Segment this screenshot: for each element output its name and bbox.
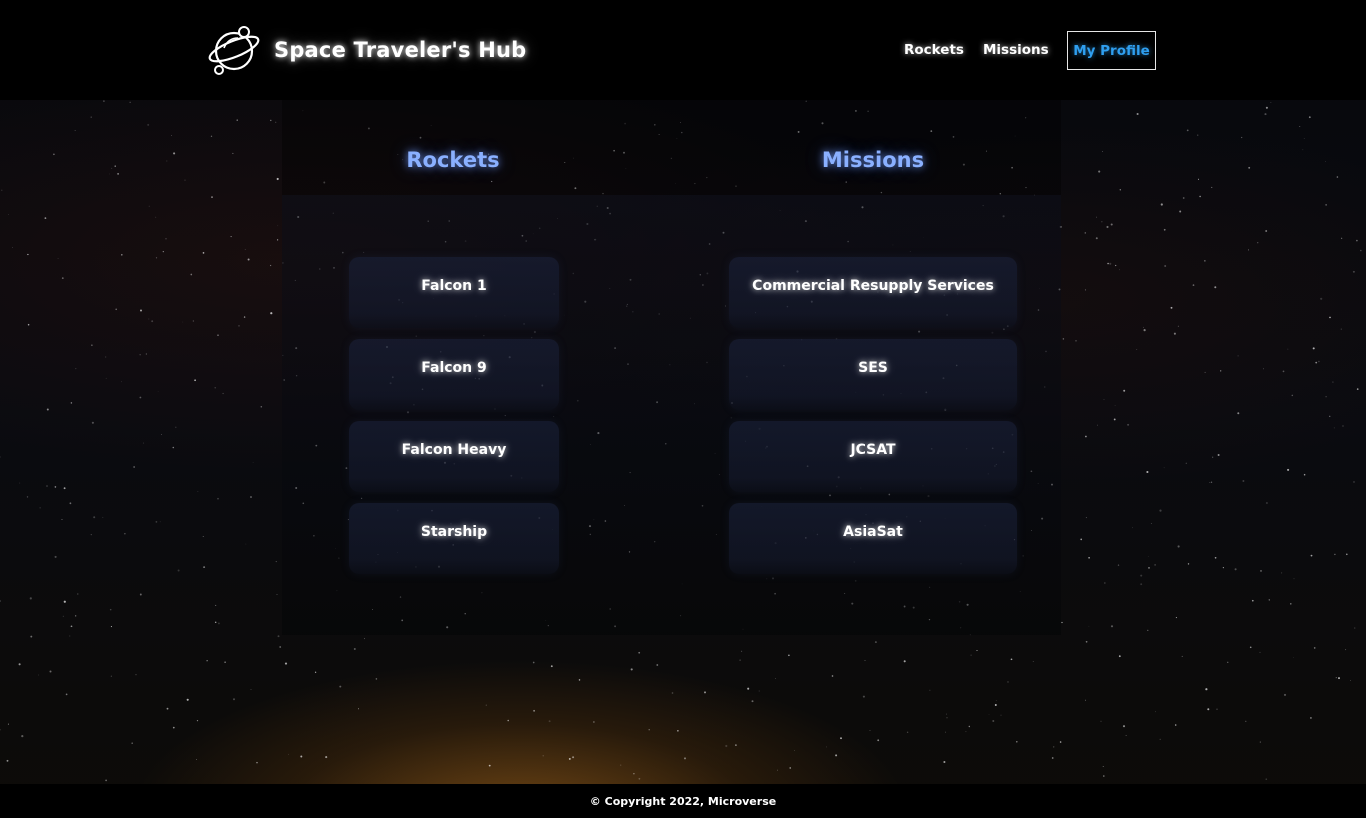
rocket-name: Falcon 9 bbox=[421, 359, 487, 376]
reserved-rocket-card: Falcon Heavy bbox=[349, 421, 559, 492]
missions-heading: Missions bbox=[821, 148, 925, 172]
nav-my-profile[interactable]: My Profile bbox=[1067, 31, 1156, 70]
joined-mission-card: Commercial Resupply Services bbox=[729, 257, 1017, 328]
nav-missions[interactable]: Missions bbox=[983, 42, 1049, 58]
planet-logo-icon bbox=[208, 26, 260, 75]
joined-mission-card: JCSAT bbox=[729, 421, 1017, 492]
brand[interactable]: Space Traveler's Hub bbox=[208, 24, 526, 76]
site-footer: © Copyright 2022, Microverse bbox=[0, 784, 1366, 818]
mission-name: SES bbox=[858, 359, 888, 376]
mission-name: AsiaSat bbox=[843, 523, 903, 540]
nav-my-profile-label: My Profile bbox=[1073, 42, 1150, 59]
joined-mission-card: AsiaSat bbox=[729, 503, 1017, 574]
nav-rockets[interactable]: Rockets bbox=[904, 42, 964, 58]
copyright-text: © Copyright 2022, Microverse bbox=[589, 794, 777, 808]
mission-name: Commercial Resupply Services bbox=[752, 277, 994, 294]
page: Space Traveler's Hub Rockets Missions My… bbox=[0, 0, 1366, 818]
rockets-heading: Rockets bbox=[406, 148, 500, 172]
rocket-name: Falcon Heavy bbox=[401, 441, 507, 458]
mission-name: JCSAT bbox=[850, 441, 896, 458]
joined-mission-card: SES bbox=[729, 339, 1017, 410]
reserved-rocket-card: Starship bbox=[349, 503, 559, 574]
rocket-name: Starship bbox=[420, 523, 488, 540]
reserved-rocket-card: Falcon 9 bbox=[349, 339, 559, 410]
rocket-name: Falcon 1 bbox=[421, 277, 487, 294]
site-header: Space Traveler's Hub Rockets Missions My… bbox=[0, 0, 1366, 100]
reserved-rocket-card: Falcon 1 bbox=[349, 257, 559, 328]
site-title: Space Traveler's Hub bbox=[274, 38, 527, 62]
